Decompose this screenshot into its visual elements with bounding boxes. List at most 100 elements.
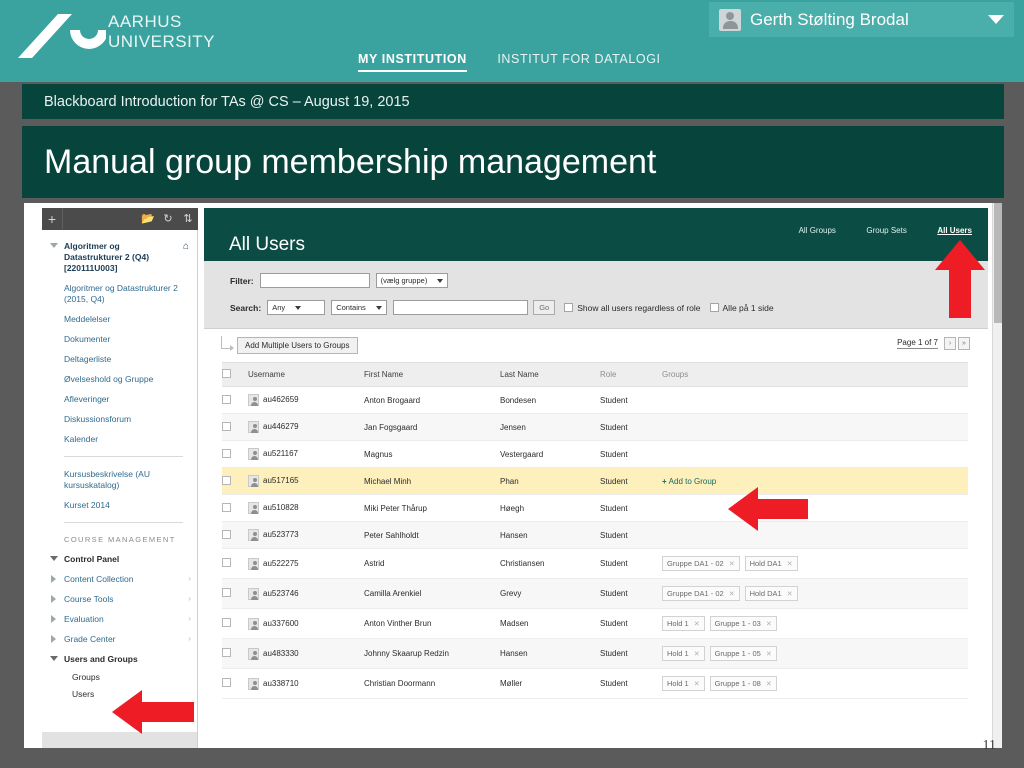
search-field-select[interactable]: Any	[267, 300, 326, 315]
menu-item-label[interactable]: Content Collection	[64, 574, 133, 584]
column-username[interactable]: Username	[248, 362, 364, 387]
table-row[interactable]: au522275 Astrid Christiansen Student Gruppe …	[222, 548, 968, 579]
table-row[interactable]: au337600 Anton Vinther Brun Madsen Student H…	[222, 608, 968, 639]
menu-link-kalender[interactable]: Kalender	[42, 429, 197, 449]
row-checkbox[interactable]	[222, 648, 231, 657]
chevron-down-icon[interactable]	[50, 556, 58, 561]
go-button[interactable]: Go	[533, 300, 556, 315]
menu-item-label[interactable]: Evaluation	[64, 614, 104, 624]
table-row[interactable]: au523773 Peter Sahlholdt Hansen Student	[222, 521, 968, 549]
row-checkbox[interactable]	[222, 618, 231, 627]
group-badge[interactable]: Hold 1 ✕	[662, 676, 705, 691]
row-checkbox[interactable]	[222, 678, 231, 687]
group-badge[interactable]: Gruppe 1 - 08 ✕	[709, 676, 777, 691]
column-first-name[interactable]: First Name	[364, 362, 500, 387]
group-badge[interactable]: Gruppe 1 - 05 ✕	[709, 646, 777, 661]
home-icon[interactable]: ⌂	[183, 241, 189, 252]
row-checkbox[interactable]	[222, 502, 231, 512]
add-multiple-users-to-groups-button[interactable]: Add Multiple Users to Groups	[237, 337, 358, 354]
tab-group-sets[interactable]: Group Sets	[866, 226, 906, 235]
course-menu-course-title[interactable]: ⌂ Algoritmer og Datastrukturer 2 (Q4) [2…	[42, 237, 197, 278]
table-row[interactable]: au446279 Jan Fogsgaard Jensen Student	[222, 413, 968, 441]
chevron-down-icon[interactable]	[50, 243, 58, 248]
remove-group-icon[interactable]: ✕	[729, 560, 735, 568]
nav-item-my-institution[interactable]: MY INSTITUTION	[358, 52, 467, 72]
remove-group-icon[interactable]: ✕	[694, 680, 700, 688]
menu-subitem-groups[interactable]: Groups	[42, 669, 197, 686]
folder-icon[interactable]: 📂	[138, 208, 158, 230]
menu-link-ovelseshold-og-gruppe[interactable]: Øvelseshold og Gruppe	[42, 369, 197, 389]
column-role[interactable]: Role	[600, 362, 662, 387]
chevron-down-icon[interactable]	[50, 656, 58, 661]
remove-group-icon[interactable]: ✕	[766, 650, 772, 658]
remove-group-icon[interactable]: ✕	[787, 590, 793, 598]
screenshot-scrollbar[interactable]	[992, 203, 1002, 748]
add-to-group-link[interactable]: + Add to Group	[662, 477, 716, 486]
table-row[interactable]: au517165 Michael Minh Phan Student + Add to G…	[222, 467, 968, 495]
show-all-users-checkbox[interactable]	[564, 303, 574, 312]
search-operator-select[interactable]: Contains	[331, 300, 388, 315]
row-checkbox[interactable]	[222, 448, 231, 458]
chevron-right-icon[interactable]	[51, 635, 56, 643]
group-badge[interactable]: Hold 1 ✕	[662, 646, 705, 661]
nav-item-institut-for-datalogi[interactable]: INSTITUT FOR DATALOGI	[497, 52, 660, 70]
table-row[interactable]: au521167 Magnus Vestergaard Student	[222, 440, 968, 468]
row-checkbox[interactable]	[222, 394, 231, 404]
last-page-button[interactable]: »	[958, 337, 970, 350]
menu-item-content-collection[interactable]: Content Collection ›	[42, 569, 197, 589]
group-badge[interactable]: Hold DA1 ✕	[744, 586, 798, 601]
chevron-right-icon[interactable]	[51, 615, 56, 623]
menu-link-meddelelser[interactable]: Meddelelser	[42, 309, 197, 329]
group-badge[interactable]: Gruppe 1 - 03 ✕	[709, 616, 777, 631]
filter-input[interactable]	[259, 273, 370, 288]
refresh-icon[interactable]: ↻	[158, 208, 178, 230]
remove-group-icon[interactable]: ✕	[694, 620, 700, 628]
group-badge[interactable]: Hold 1 ✕	[662, 616, 705, 631]
remove-group-icon[interactable]: ✕	[787, 560, 793, 568]
menu-item-grade-center[interactable]: Grade Center ›	[42, 629, 197, 649]
menu-item-evaluation[interactable]: Evaluation ›	[42, 609, 197, 629]
remove-group-icon[interactable]: ✕	[729, 590, 735, 598]
row-checkbox[interactable]	[222, 558, 231, 567]
menu-link-afleveringer[interactable]: Afleveringer	[42, 389, 197, 409]
menu-item-label[interactable]: Grade Center	[64, 634, 116, 644]
column-last-name[interactable]: Last Name	[500, 362, 600, 387]
group-select[interactable]: (vælg gruppe)	[375, 273, 449, 288]
tab-all-users[interactable]: All Users	[937, 226, 972, 235]
row-checkbox[interactable]	[222, 529, 231, 539]
table-row[interactable]: au523746 Camilla Arenkiel Grevy Student Grup…	[222, 578, 968, 609]
row-checkbox[interactable]	[222, 421, 231, 431]
chevron-right-icon[interactable]	[51, 575, 56, 583]
column-groups[interactable]: Groups	[662, 362, 968, 387]
chevron-down-icon[interactable]	[988, 15, 1004, 24]
group-badge[interactable]: Gruppe DA1 - 02 ✕	[662, 586, 740, 601]
chevron-right-icon[interactable]	[51, 595, 56, 603]
table-row[interactable]: au483330 Johnny Skaarup Redzin Hansen Stude…	[222, 638, 968, 669]
menu-link-dokumenter[interactable]: Dokumenter	[42, 329, 197, 349]
menu-link-algoritmer-2015[interactable]: Algoritmer og Datastrukturer 2 (2015, Q4…	[42, 278, 197, 309]
menu-link-kurset-2014[interactable]: Kurset 2014	[42, 495, 197, 515]
group-badge[interactable]: Gruppe DA1 - 02 ✕	[662, 556, 740, 571]
table-row[interactable]: au510828 Miki Peter Thårup Høegh Student	[222, 494, 968, 522]
remove-group-icon[interactable]: ✕	[766, 680, 772, 688]
remove-group-icon[interactable]: ✕	[694, 650, 700, 658]
table-row[interactable]: au462659 Anton Brogaard Bondesen Student	[222, 386, 968, 414]
scrollbar-thumb[interactable]	[994, 203, 1002, 323]
menu-item-course-tools[interactable]: Course Tools ›	[42, 589, 197, 609]
menu-link-diskussionsforum[interactable]: Diskussionsforum	[42, 409, 197, 429]
add-icon[interactable]: +	[42, 208, 62, 230]
user-menu[interactable]: Gerth Stølting Brodal	[709, 2, 1014, 37]
next-page-button[interactable]: ›	[944, 337, 956, 350]
remove-group-icon[interactable]: ✕	[766, 620, 772, 628]
menu-item-users-and-groups[interactable]: Users and Groups	[42, 649, 197, 669]
select-all-checkbox[interactable]	[222, 369, 231, 378]
row-checkbox[interactable]	[222, 475, 231, 485]
table-row[interactable]: au338710 Christian Doormann Møller Student H…	[222, 668, 968, 699]
all-on-one-page-checkbox[interactable]	[709, 303, 719, 312]
row-checkbox[interactable]	[222, 588, 231, 597]
sort-icon[interactable]: ⇅	[178, 208, 198, 230]
menu-link-deltagerliste[interactable]: Deltagerliste	[42, 349, 197, 369]
group-badge[interactable]: Hold DA1 ✕	[744, 556, 798, 571]
menu-link-kursusbeskrivelse[interactable]: Kursusbeskrivelse (AU kursuskatalog)	[42, 464, 197, 495]
menu-item-control-panel[interactable]: Control Panel	[42, 549, 197, 569]
